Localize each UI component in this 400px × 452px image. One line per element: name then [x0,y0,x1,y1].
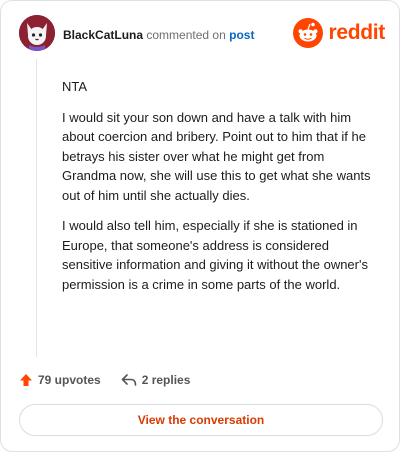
comment-actions: 79 upvotes 2 replies [19,370,190,390]
upvote-arrow-icon [20,374,32,386]
reddit-wordmark: reddit [328,21,385,44]
replies-button[interactable]: 2 replies [121,373,191,387]
upvote-button[interactable]: 79 upvotes [19,373,101,387]
view-conversation-button[interactable]: View the conversation [19,404,383,436]
comment-header: BlackCatLuna commented on post reddit [19,15,385,55]
thread-line [36,59,37,357]
post-link[interactable]: post [229,28,254,42]
comment-byline: BlackCatLuna commented on post [63,27,254,43]
reply-arrow-icon [121,374,137,386]
comment-body: NTA I would sit your son down and have a… [62,77,374,305]
comment-paragraph: I would sit your son down and have a tal… [62,109,371,203]
user-avatar[interactable] [19,15,55,51]
black-cat-avatar-icon [19,15,55,51]
username-link[interactable]: BlackCatLuna [63,28,143,42]
reddit-snoo-icon [293,18,324,48]
upvote-count: 79 upvotes [38,373,101,387]
byline-action-text: commented on [146,28,226,42]
view-conversation-label: View the conversation [137,413,265,427]
reply-count: 2 replies [141,373,191,387]
comment-paragraph: NTA [62,79,88,94]
comment-paragraph: I would also tell him, especially if she… [62,218,368,292]
comment-embed-card: BlackCatLuna commented on post reddit NT… [0,0,400,452]
reddit-brand[interactable]: reddit [293,18,385,48]
